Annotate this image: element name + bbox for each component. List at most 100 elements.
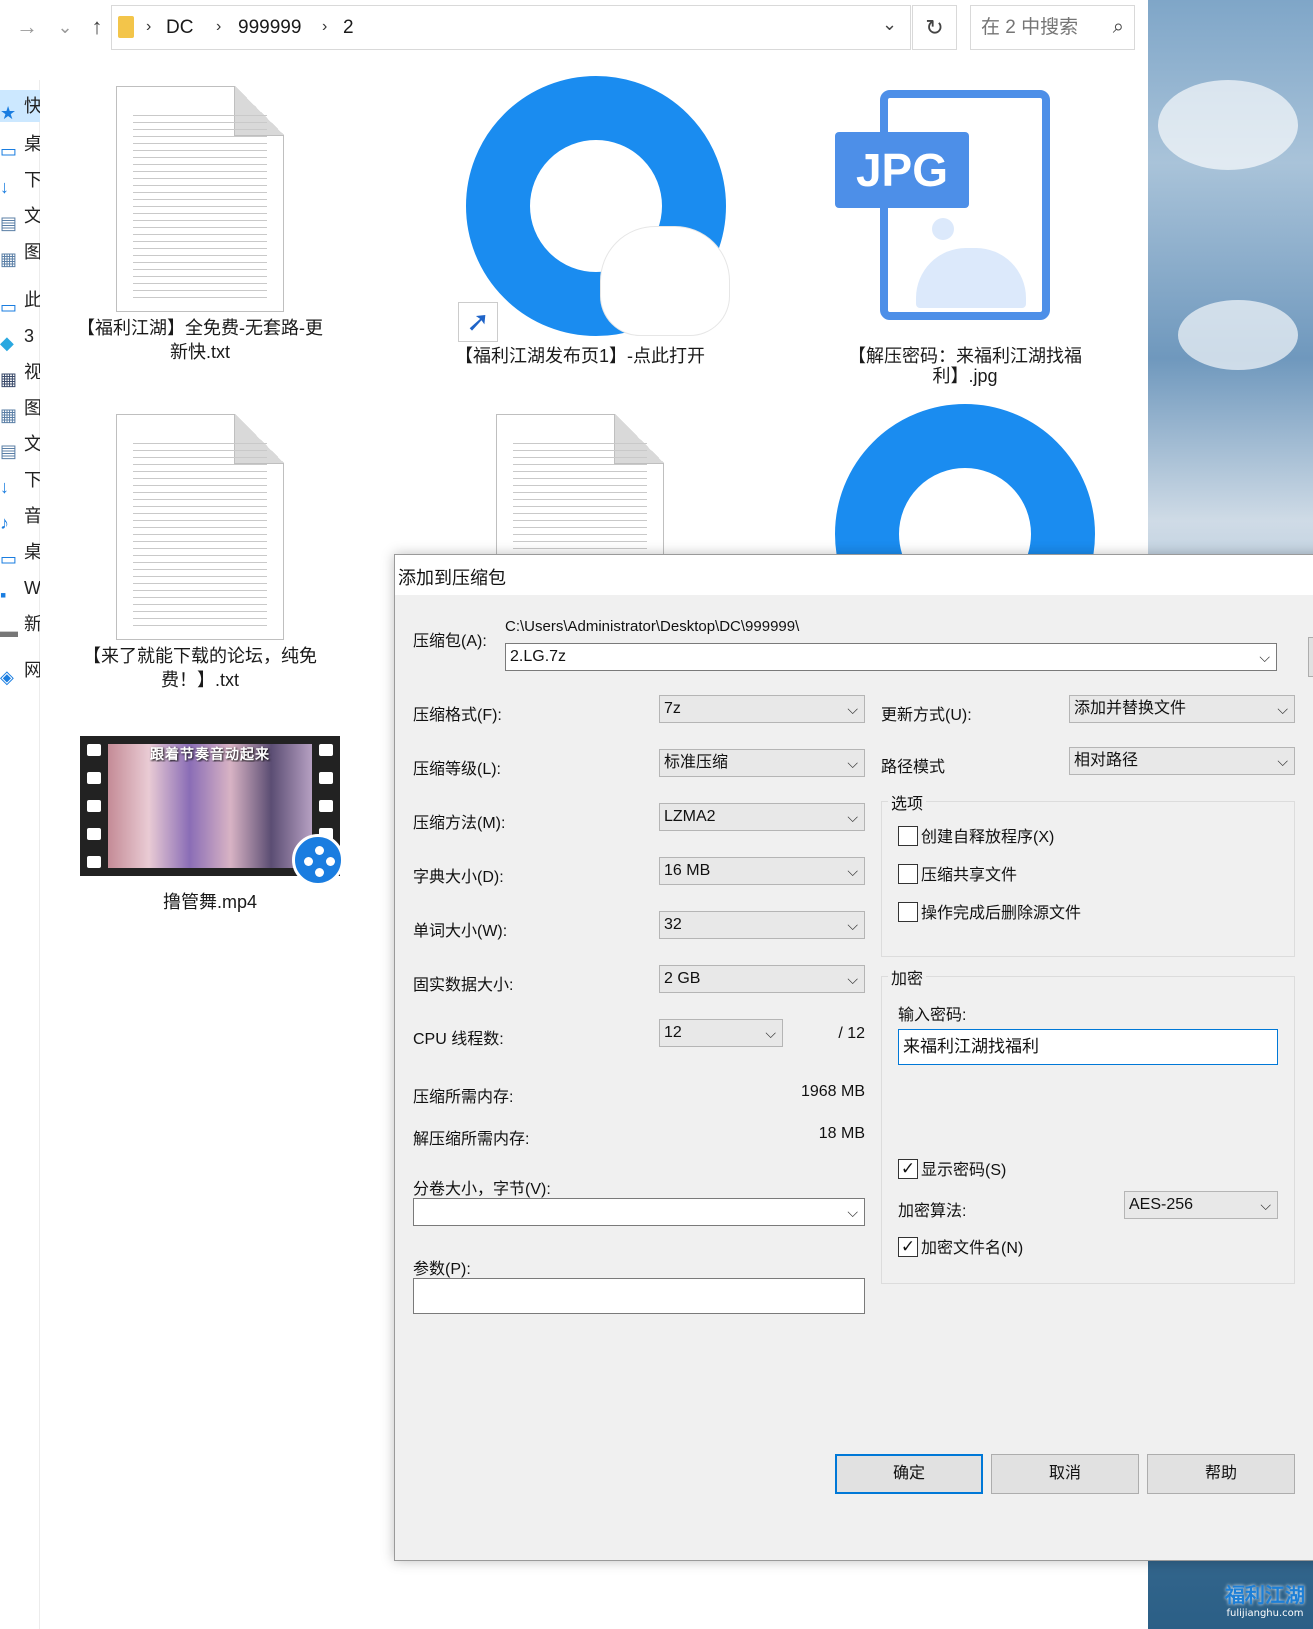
algorithm-select[interactable]: AES-256 ⌵ bbox=[1124, 1191, 1278, 1219]
search-input[interactable] bbox=[971, 6, 1101, 49]
solid-select[interactable]: 2 GB ⌵ bbox=[659, 965, 865, 993]
chevron-down-icon: ⌵ bbox=[847, 971, 858, 987]
level-select[interactable]: 标准压缩 ⌵ bbox=[659, 749, 865, 777]
sidebar-item-music[interactable]: ♪ 音 bbox=[0, 500, 40, 532]
document-icon: ▤ bbox=[0, 213, 18, 232]
compress-shared-checkbox[interactable]: 压缩共享文件 bbox=[898, 863, 1017, 888]
file-item-txt-2[interactable]: 【来了就能下载的论坛，纯免 费！】.txt bbox=[70, 414, 330, 692]
breadcrumb-separator[interactable]: › bbox=[216, 18, 221, 36]
sidebar-item-documents-2[interactable]: ▤ 文 bbox=[0, 428, 40, 460]
file-name: 【福利江湖发布页1】-点此打开 bbox=[454, 346, 705, 366]
computer-icon: ▭ bbox=[0, 297, 18, 316]
mem-compress-value: 1968 MB bbox=[800, 1083, 865, 1100]
method-select[interactable]: LZMA2 ⌵ bbox=[659, 803, 865, 831]
sidebar-item-windows-drive[interactable]: ▪ W bbox=[0, 572, 40, 604]
sidebar-item-drive[interactable]: ▬ 新 bbox=[0, 608, 40, 640]
file-name: 【福利江湖】全免费-无套路-更 bbox=[77, 318, 323, 338]
params-input[interactable] bbox=[413, 1278, 865, 1314]
cpu-max: / 12 bbox=[838, 1025, 865, 1042]
encryption-group: 加密 输入密码: 来福利江湖找福利 ✓ 显示密码(S) 加密算法: AES-256… bbox=[881, 965, 1295, 1284]
file-item-jpg[interactable]: JPG 【解压密码：来福利江湖找福 利】.jpg bbox=[835, 86, 1095, 406]
breadcrumb-2[interactable]: 2 bbox=[343, 17, 354, 39]
split-size-combo[interactable]: ⌵ bbox=[413, 1198, 865, 1226]
sidebar-item-videos[interactable]: ▦ 视 bbox=[0, 356, 40, 388]
options-group: 选项 创建自释放程序(X) 压缩共享文件 操作完成后删除源文件 bbox=[881, 790, 1295, 957]
cpu-label: CPU 线程数: bbox=[413, 1031, 504, 1048]
password-input[interactable]: 来福利江湖找福利 bbox=[898, 1029, 1278, 1065]
solid-label: 固实数据大小: bbox=[413, 977, 514, 994]
cloud-shape bbox=[1178, 300, 1298, 370]
watermark-url: fulijianghu.com bbox=[1226, 1608, 1304, 1619]
create-sfx-checkbox[interactable]: 创建自释放程序(X) bbox=[898, 825, 1054, 850]
drive-icon: ▬ bbox=[0, 621, 18, 640]
chevron-down-icon: ⌵ bbox=[847, 809, 858, 825]
desktop-icon: ▭ bbox=[0, 141, 18, 160]
add-to-archive-dialog: 添加到压缩包 ✕ 压缩包(A): C:\Users\Administrator\… bbox=[394, 554, 1313, 1561]
chevron-down-icon[interactable]: ⌄ bbox=[882, 14, 897, 35]
sidebar-item-pictures-2[interactable]: ▦ 图 bbox=[0, 392, 40, 424]
search-icon[interactable]: ⌕ bbox=[1113, 16, 1124, 39]
video-banner-text: 跟着节奏音动起来 bbox=[150, 746, 270, 762]
sidebar-item-this-pc[interactable]: ▭ 此 bbox=[0, 284, 40, 316]
sidebar-item-desktop[interactable]: ▭ 桌 bbox=[0, 128, 40, 160]
file-item-mp4[interactable]: 跟着节奏音动起来 撸管舞.mp4 bbox=[80, 736, 344, 914]
watermark: 福利江湖 fulijianghu.com bbox=[1225, 1579, 1305, 1619]
breadcrumb-separator[interactable]: › bbox=[322, 18, 327, 36]
network-icon: ◈ bbox=[0, 667, 14, 686]
file-item-shortcut[interactable]: ➚ 【福利江湖发布页1】-点此打开 bbox=[450, 76, 730, 376]
cpu-select[interactable]: 12 ⌵ bbox=[659, 1019, 783, 1047]
document-icon: ▤ bbox=[0, 441, 18, 460]
cancel-button[interactable]: 取消 bbox=[991, 1454, 1139, 1494]
desktop-icon: ▭ bbox=[0, 549, 18, 568]
file-item-shortcut-2[interactable] bbox=[835, 404, 1095, 554]
split-label: 分卷大小，字节(V): bbox=[413, 1181, 551, 1198]
dict-select[interactable]: 16 MB ⌵ bbox=[659, 857, 865, 885]
browser-ring-shape bbox=[835, 404, 1095, 554]
chevron-down-icon: ⌵ bbox=[1260, 1197, 1271, 1213]
address-bar[interactable]: › DC › 999999 › 2 ⌄ bbox=[111, 5, 911, 50]
chevron-down-icon[interactable]: ⌵ bbox=[847, 1199, 858, 1225]
sidebar-item-downloads-2[interactable]: ↓ 下 bbox=[0, 464, 40, 496]
sidebar-item-downloads[interactable]: ↓ 下 bbox=[0, 164, 40, 196]
params-label: 参数(P): bbox=[413, 1261, 471, 1278]
path-mode-select[interactable]: 相对路径 ⌵ bbox=[1069, 747, 1295, 775]
breadcrumb-separator[interactable]: › bbox=[146, 18, 151, 36]
archive-name-combo[interactable]: 2.LG.7z ⌵ bbox=[505, 643, 1277, 671]
sidebar-item-network[interactable]: ◈ 网 bbox=[0, 654, 40, 686]
mem-compress-label: 压缩所需内存: bbox=[413, 1089, 514, 1106]
sidebar-item-desktop-2[interactable]: ▭ 桌 bbox=[0, 536, 40, 568]
browse-button[interactable]: ... bbox=[1308, 637, 1313, 677]
chevron-down-icon: ⌵ bbox=[765, 1025, 776, 1041]
chevron-down-icon: ⌵ bbox=[847, 917, 858, 933]
recent-locations-icon[interactable]: ⌄ bbox=[50, 12, 80, 42]
folder-icon bbox=[118, 16, 134, 38]
ok-button[interactable]: 确定 bbox=[835, 1454, 983, 1494]
delete-source-checkbox[interactable]: 操作完成后删除源文件 bbox=[898, 901, 1081, 926]
encrypt-names-checkbox[interactable]: ✓ 加密文件名(N) bbox=[898, 1236, 1023, 1261]
breadcrumb-dc[interactable]: DC bbox=[166, 17, 193, 39]
sidebar-item-documents[interactable]: ▤ 文 bbox=[0, 200, 40, 232]
search-box[interactable]: ⌕ bbox=[970, 5, 1135, 50]
star-icon: ★ bbox=[0, 103, 17, 122]
word-label: 单词大小(W): bbox=[413, 923, 508, 940]
sidebar-item-3d-objects[interactable]: ◆ 3 bbox=[0, 320, 40, 352]
forward-icon[interactable]: → bbox=[12, 12, 42, 42]
up-icon[interactable]: ↑ bbox=[82, 12, 112, 42]
word-select[interactable]: 32 ⌵ bbox=[659, 911, 865, 939]
sidebar-item-pictures[interactable]: ▦ 图 bbox=[0, 236, 40, 268]
show-password-checkbox[interactable]: ✓ 显示密码(S) bbox=[898, 1158, 1006, 1183]
text-file-icon bbox=[116, 414, 284, 640]
breadcrumb-999999[interactable]: 999999 bbox=[238, 17, 301, 39]
update-select[interactable]: 添加并替换文件 ⌵ bbox=[1069, 695, 1295, 723]
chevron-down-icon: ⌵ bbox=[847, 755, 858, 771]
file-item-txt-1[interactable]: 【福利江湖】全免费-无套路-更 新快.txt bbox=[70, 86, 330, 364]
dialog-title-bar[interactable]: 添加到压缩包 ✕ bbox=[395, 555, 1313, 595]
check-icon: ✓ bbox=[898, 1236, 918, 1257]
sidebar-item-quick-access[interactable]: ★ 快 bbox=[0, 90, 40, 122]
format-select[interactable]: 7z ⌵ bbox=[659, 695, 865, 723]
video-thumbnail: 跟着节奏音动起来 bbox=[80, 736, 344, 886]
file-name: 【来了就能下载的论坛，纯免 bbox=[83, 646, 317, 666]
chevron-down-icon[interactable]: ⌵ bbox=[1259, 644, 1270, 670]
refresh-icon[interactable]: ↻ bbox=[912, 5, 957, 50]
help-button[interactable]: 帮助 bbox=[1147, 1454, 1295, 1494]
